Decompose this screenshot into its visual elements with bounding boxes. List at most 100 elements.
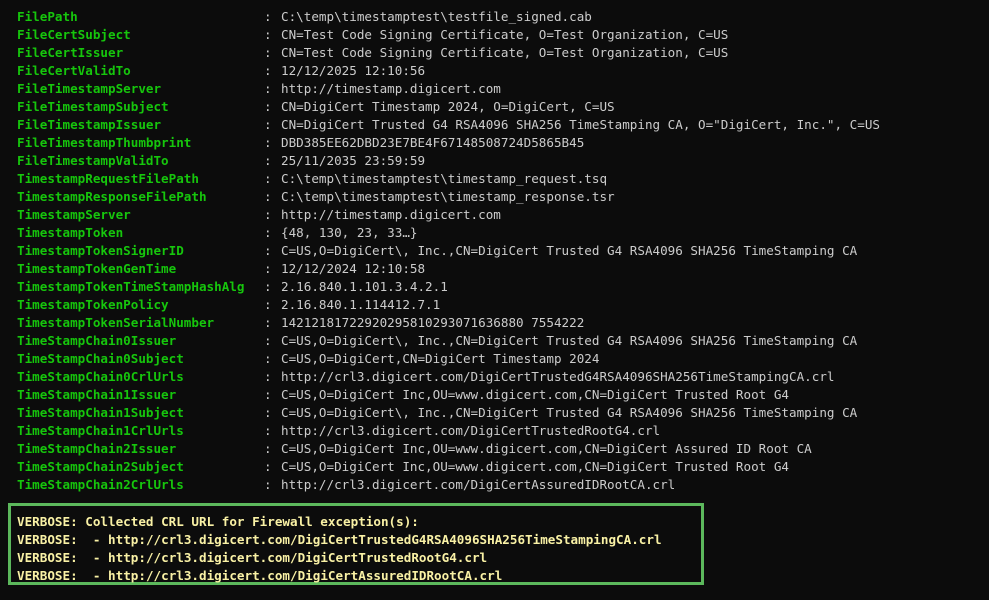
property-value: CN=DigiCert Timestamp 2024, O=DigiCert, … bbox=[281, 99, 615, 114]
property-name: TimestampToken bbox=[17, 225, 124, 240]
property-name: TimeStampChain1Subject bbox=[17, 405, 184, 420]
property-row: TimeStampChain1CrlUrls: http://crl3.digic… bbox=[0, 422, 989, 440]
property-separator: : bbox=[264, 315, 272, 330]
property-separator: : bbox=[264, 153, 272, 168]
verbose-header-text: Collected CRL URL for Firewall exception… bbox=[85, 514, 419, 529]
property-value: C=US,O=DigiCert Inc,OU=www.digicert.com,… bbox=[281, 441, 812, 456]
property-value: C=US,O=DigiCert\, Inc.,CN=DigiCert Trust… bbox=[281, 333, 858, 348]
property-separator: : bbox=[264, 207, 272, 222]
property-separator: : bbox=[264, 171, 272, 186]
property-separator: : bbox=[264, 423, 272, 438]
property-name: FilePath bbox=[17, 9, 78, 24]
property-row: FilePath: C:\temp\timestamptest\testfile_… bbox=[0, 8, 989, 26]
property-name: TimeStampChain0CrlUrls bbox=[17, 369, 184, 384]
property-value: CN=DigiCert Trusted G4 RSA4096 SHA256 Ti… bbox=[281, 117, 880, 132]
property-separator: : bbox=[264, 441, 272, 456]
verbose-dash: - bbox=[92, 568, 101, 583]
property-row: FileCertIssuer: CN=Test Code Signing Cert… bbox=[0, 44, 989, 62]
property-value: CN=Test Code Signing Certificate, O=Test… bbox=[281, 27, 729, 42]
property-value: 12/12/2024 12:10:58 bbox=[281, 261, 426, 276]
property-row: FileTimestampServer: http://timestamp.dig… bbox=[0, 80, 989, 98]
property-separator: : bbox=[264, 459, 272, 474]
property-separator: : bbox=[264, 243, 272, 258]
property-row: FileTimestampValidTo:25/11/2035 23:59:59 bbox=[0, 152, 989, 170]
property-value: 25/11/2035 23:59:59 bbox=[281, 153, 426, 168]
property-separator: : bbox=[264, 369, 272, 384]
property-row: TimeStampChain2Issuer: C=US,O=DigiCert In… bbox=[0, 440, 989, 458]
property-name: FileCertValidTo bbox=[17, 63, 131, 78]
property-name: TimeStampChain2CrlUrls bbox=[17, 477, 184, 492]
terminal-window[interactable]: FilePath: C:\temp\timestamptest\testfile_… bbox=[0, 0, 989, 600]
property-row: TimestampToken: {48, 130, 23, 33…} bbox=[0, 224, 989, 242]
property-row: TimeStampChain0Issuer: C=US,O=DigiCert\, … bbox=[0, 332, 989, 350]
property-value: C=US,O=DigiCert\, Inc.,CN=DigiCert Trust… bbox=[281, 405, 858, 420]
verbose-crl-url: http://crl3.digicert.com/DigiCertTrusted… bbox=[108, 532, 662, 547]
property-separator: : bbox=[264, 333, 272, 348]
property-separator: : bbox=[264, 81, 272, 96]
verbose-dash: - bbox=[92, 550, 101, 565]
property-name: FileCertIssuer bbox=[17, 45, 124, 60]
property-separator: : bbox=[264, 117, 272, 132]
property-row: TimeStampChain2CrlUrls: http://crl3.digic… bbox=[0, 476, 989, 494]
property-separator: : bbox=[264, 279, 272, 294]
property-name: FileTimestampSubject bbox=[17, 99, 169, 114]
property-row: TimestampTokenSerialNumber:1421218172292… bbox=[0, 314, 989, 332]
property-row: FileCertValidTo:12/12/2025 12:10:56 bbox=[0, 62, 989, 80]
property-name: TimeStampChain2Subject bbox=[17, 459, 184, 474]
property-separator: : bbox=[264, 27, 272, 42]
property-row: FileCertSubject: CN=Test Code Signing Cer… bbox=[0, 26, 989, 44]
property-value: C:\temp\timestamptest\testfile_signed.ca… bbox=[281, 9, 592, 24]
property-name: TimestampServer bbox=[17, 207, 131, 222]
property-row: TimeStampChain2Subject: C=US,O=DigiCert I… bbox=[0, 458, 989, 476]
property-separator: : bbox=[264, 351, 272, 366]
verbose-crl-url: http://crl3.digicert.com/DigiCertTrusted… bbox=[108, 550, 488, 565]
property-row: TimestampTokenSignerID: C=US,O=DigiCert\,… bbox=[0, 242, 989, 260]
property-row: TimestampTokenTimeStampHashAlg:2.16.840.… bbox=[0, 278, 989, 296]
property-separator: : bbox=[264, 261, 272, 276]
verbose-line-header: VERBOSE: Collected CRL URL for Firewall … bbox=[17, 513, 662, 531]
property-separator: : bbox=[264, 297, 272, 312]
property-name: TimestampResponseFilePath bbox=[17, 189, 207, 204]
verbose-prefix: VERBOSE: bbox=[17, 514, 78, 529]
property-value: CN=Test Code Signing Certificate, O=Test… bbox=[281, 45, 729, 60]
property-separator: : bbox=[264, 225, 272, 240]
property-name: TimeStampChain1Issuer bbox=[17, 387, 177, 402]
verbose-prefix: VERBOSE: bbox=[17, 568, 78, 583]
property-name: FileTimestampThumbprint bbox=[17, 135, 192, 150]
property-separator: : bbox=[264, 405, 272, 420]
property-name: TimestampTokenTimeStampHashAlg bbox=[17, 279, 245, 294]
property-value: DBD385EE62DBD23E7BE4F67148508724D5865B45 bbox=[281, 135, 585, 150]
property-name: TimestampTokenGenTime bbox=[17, 261, 177, 276]
property-value: http://crl3.digicert.com/DigiCertTrusted… bbox=[281, 423, 661, 438]
property-separator: : bbox=[264, 189, 272, 204]
verbose-highlight-box: VERBOSE: Collected CRL URL for Firewall … bbox=[8, 503, 704, 585]
property-row: TimeStampChain1Issuer: C=US,O=DigiCert In… bbox=[0, 386, 989, 404]
property-value: 2.16.840.1.114412.7.1 bbox=[281, 297, 441, 312]
property-value: C=US,O=DigiCert Inc,OU=www.digicert.com,… bbox=[281, 459, 789, 474]
property-row: TimestampResponseFilePath: C:\temp\timest… bbox=[0, 188, 989, 206]
property-value: 12/12/2025 12:10:56 bbox=[281, 63, 426, 78]
property-name: FileTimestampValidTo bbox=[17, 153, 169, 168]
property-name: FileTimestampServer bbox=[17, 81, 162, 96]
property-row: TimeStampChain1Subject: C=US,O=DigiCert\,… bbox=[0, 404, 989, 422]
property-value: http://timestamp.digicert.com bbox=[281, 81, 501, 96]
property-name: FileCertSubject bbox=[17, 27, 131, 42]
property-row: TimestampTokenGenTime:12/12/2024 12:10:5… bbox=[0, 260, 989, 278]
property-value: C:\temp\timestamptest\timestamp_response… bbox=[281, 189, 615, 204]
property-separator: : bbox=[264, 63, 272, 78]
property-separator: : bbox=[264, 477, 272, 492]
property-row: TimeStampChain0CrlUrls: http://crl3.digic… bbox=[0, 368, 989, 386]
verbose-line-url: VERBOSE: - http://crl3.digicert.com/Digi… bbox=[17, 531, 662, 549]
property-value: 14212181722920295810293071636880 7554222 bbox=[281, 315, 585, 330]
verbose-line-url: VERBOSE: - http://crl3.digicert.com/Digi… bbox=[17, 567, 662, 585]
property-name: TimeStampChain1CrlUrls bbox=[17, 423, 184, 438]
property-name: TimestampTokenSignerID bbox=[17, 243, 184, 258]
property-name: TimestampTokenSerialNumber bbox=[17, 315, 215, 330]
verbose-prefix: VERBOSE: bbox=[17, 550, 78, 565]
property-name: TimestampTokenPolicy bbox=[17, 297, 169, 312]
verbose-output: VERBOSE: Collected CRL URL for Firewall … bbox=[17, 513, 662, 585]
verbose-line-url: VERBOSE: - http://crl3.digicert.com/Digi… bbox=[17, 549, 662, 567]
property-value: 2.16.840.1.101.3.4.2.1 bbox=[281, 279, 448, 294]
property-value: http://crl3.digicert.com/DigiCertAssured… bbox=[281, 477, 676, 492]
property-name: TimeStampChain2Issuer bbox=[17, 441, 177, 456]
